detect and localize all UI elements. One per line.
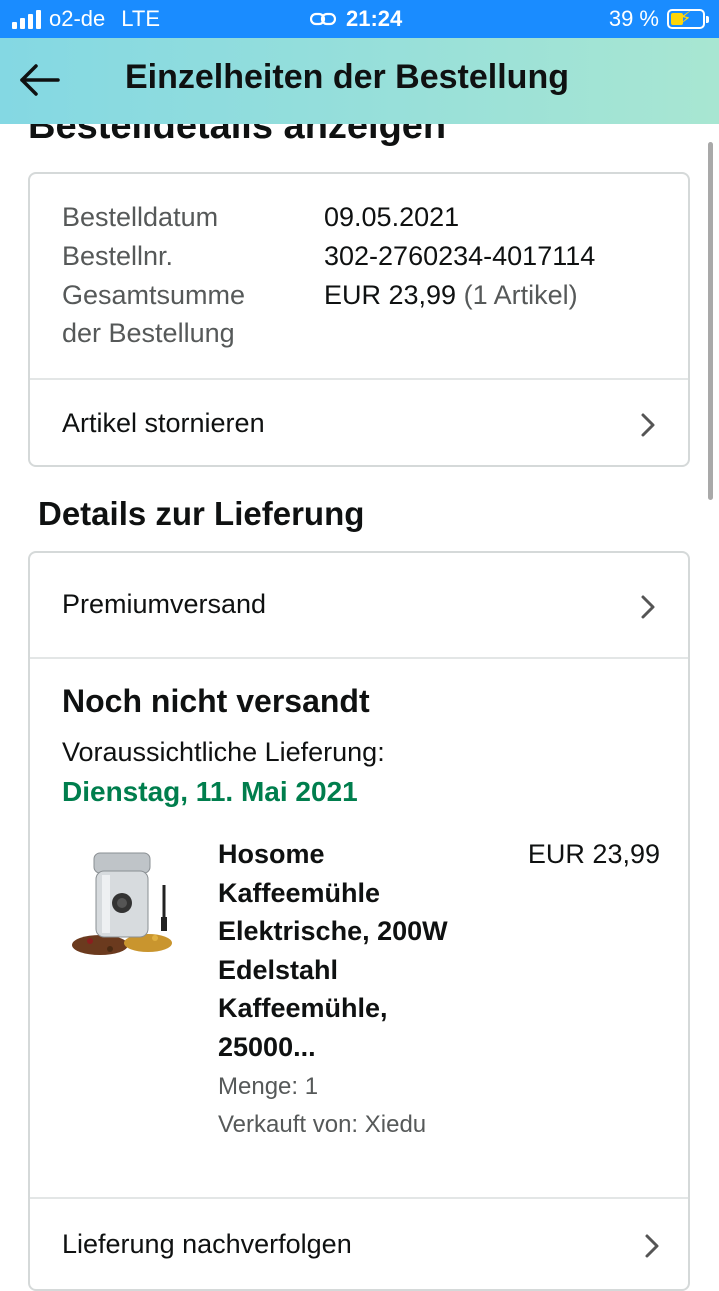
- carrier-name: o2-de: [49, 6, 106, 31]
- status-bar-left: o2-de LTE: [12, 6, 160, 32]
- product-seller: Verkauft von: Xiedu: [218, 1111, 427, 1138]
- chevron-right-icon: [641, 595, 655, 619]
- order-summary-card: Bestelldatum 09.05.2021 Bestellnr. 302-2…: [28, 172, 690, 467]
- status-bar-center: 21:24: [310, 6, 402, 32]
- product-title-line: Kaffeemühle,: [218, 993, 388, 1023]
- delivery-card: Premiumversand Noch nicht versandt Vorau…: [28, 551, 690, 1291]
- track-delivery-button[interactable]: Lieferung nachverfolgen: [30, 1199, 688, 1291]
- chevron-right-icon: [645, 1234, 659, 1258]
- order-number-row: Bestellnr.: [62, 241, 173, 272]
- clock: 21:24: [346, 6, 403, 31]
- order-number-label: Bestellnr.: [62, 241, 174, 271]
- battery-percent: 39 %: [608, 6, 659, 31]
- product-title-line: Edelstahl: [218, 954, 339, 985]
- shipment-status: Noch nicht versandt: [62, 683, 370, 719]
- chevron-right-icon: [641, 413, 655, 437]
- product-title-line: 25000...: [218, 1031, 316, 1062]
- cancel-items-label: Artikel stornieren: [62, 408, 265, 438]
- order-date-row: Bestelldatum: [62, 202, 218, 233]
- divider: [30, 657, 688, 659]
- order-total-items: (1 Artikel): [463, 280, 578, 310]
- network-type: LTE: [121, 6, 160, 31]
- section-title-delivery: Details zur Lieferung: [38, 495, 365, 532]
- track-delivery-label: Lieferung nachverfolgen: [62, 1229, 352, 1259]
- product-title-line: Hosome: [218, 839, 325, 869]
- product-image[interactable]: [70, 845, 180, 965]
- product-title-line: Kaffeemühle: [218, 877, 381, 908]
- order-total-value: EUR 23,99 (1 Artikel): [324, 280, 578, 311]
- link-icon: [310, 12, 336, 26]
- order-total-amount: EUR 23,99: [324, 280, 457, 310]
- status-bar-right: 39 % ⚡: [608, 6, 709, 32]
- shipping-method-label: Premiumversand: [62, 589, 267, 619]
- status-bar: o2-de LTE 21:24 39 % ⚡: [0, 0, 719, 38]
- order-total-label-line1: Gesamtsumme: [62, 280, 246, 310]
- shipping-method-row[interactable]: Premiumversand: [30, 553, 688, 657]
- order-number-value: 302-2760234-4017114: [324, 241, 596, 271]
- order-date-value: 09.05.2021: [324, 202, 460, 232]
- product-title-line: Elektrische, 200W: [218, 916, 448, 946]
- cancel-items-button[interactable]: Artikel stornieren: [30, 380, 688, 467]
- arrow-left-icon[interactable]: [18, 60, 62, 100]
- eta-label: Voraussichtliche Lieferung:: [62, 737, 385, 767]
- eta-date: Dienstag, 11. Mai 2021: [62, 776, 358, 807]
- scrollbar[interactable]: [708, 142, 713, 500]
- product-quantity: Menge: 1: [218, 1073, 319, 1100]
- order-date-label: Bestelldatum: [62, 202, 219, 232]
- product-title[interactable]: Hosome Kaffeemühle Elektrische, 200W Ede…: [218, 835, 488, 1066]
- order-total-label-line2: der Bestellung: [62, 318, 235, 348]
- signal-icon: [12, 9, 41, 29]
- app-header: Einzelheiten der Bestellung: [0, 38, 719, 124]
- page-title: Einzelheiten der Bestellung: [125, 58, 569, 96]
- battery-charging-icon: ⚡: [667, 8, 709, 29]
- product-price: EUR 23,99: [527, 839, 660, 869]
